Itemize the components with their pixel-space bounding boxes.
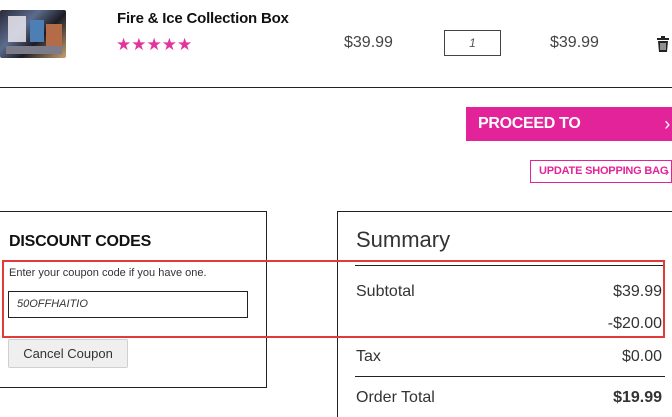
quantity-input[interactable]: 1 [444,30,501,56]
checkout-label: PROCEED TO CHECKOUT [478,115,581,166]
product-line-total: $39.99 [550,34,599,51]
update-label: UPDATE SHOPPING BAG [539,165,669,177]
total-divider [355,376,665,377]
tax-label: Tax [356,348,381,365]
chevron-right-icon: › [664,114,670,134]
cancel-coupon-button[interactable]: Cancel Coupon [8,339,128,368]
order-total-label: Order Total [356,389,435,406]
summary-title: Summary [356,227,451,252]
product-unit-price: $39.99 [344,34,393,51]
product-thumbnail[interactable] [0,10,66,58]
tax-value: $0.00 [621,348,662,365]
update-shopping-bag-button[interactable]: UPDATE SHOPPING BAG › [530,160,672,183]
order-total-value: $19.99 [613,389,662,406]
discount-codes-title: DISCOUNT CODES [9,233,152,250]
product-rating-stars: ★★★★★ [116,35,193,54]
product-name[interactable]: Fire & Ice Collection Box [117,10,289,27]
highlight-box [2,260,665,338]
proceed-to-checkout-button[interactable]: PROCEED TO CHECKOUT › [466,107,672,166]
chevron-right-icon: › [664,164,669,179]
product-divider [0,87,672,88]
trash-icon[interactable] [656,36,670,52]
